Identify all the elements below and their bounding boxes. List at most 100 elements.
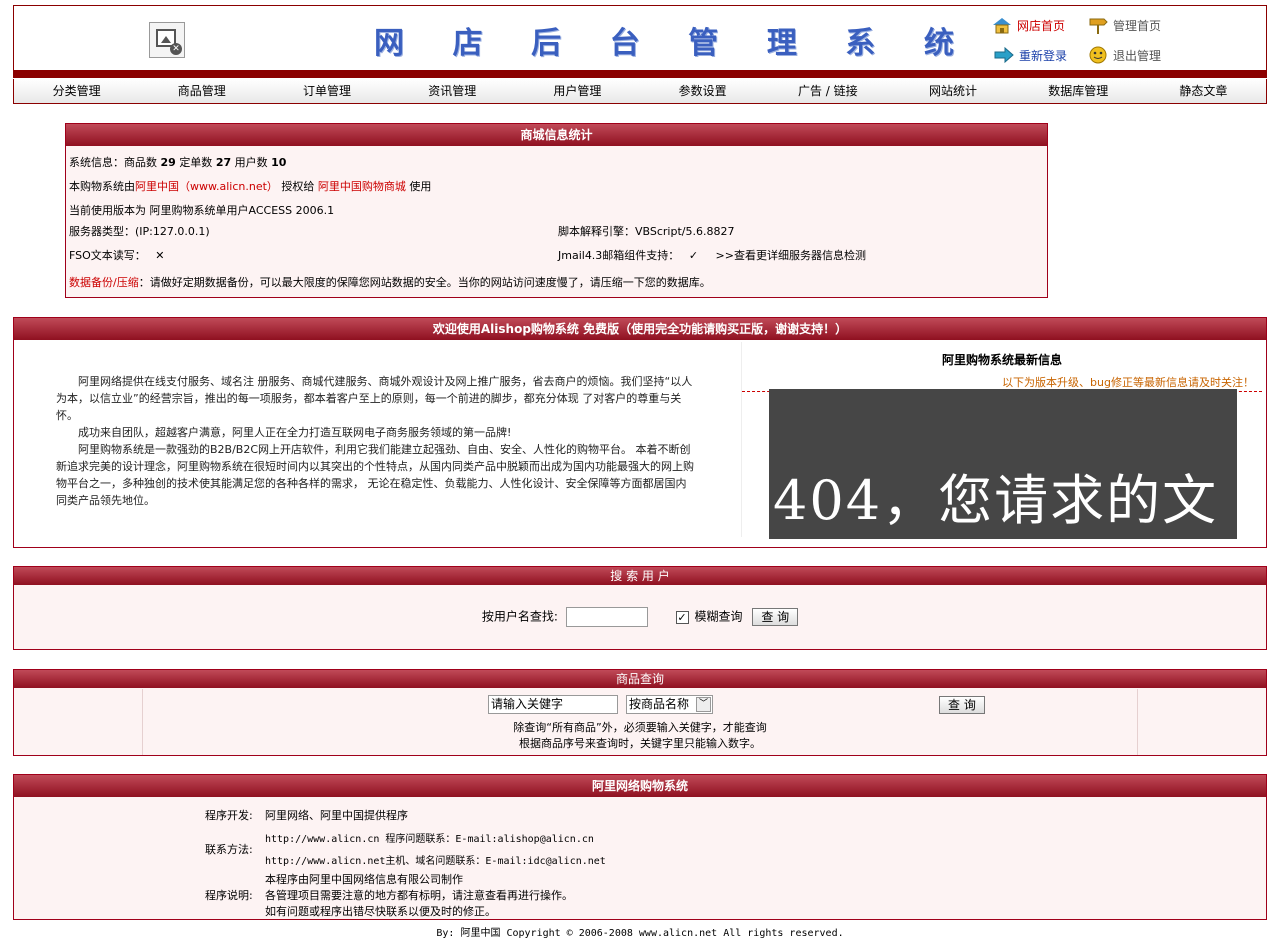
backup-text: ：请做好定期数据备份，可以最大限度的保障您网站数据的安全。当你的网站访问速度慢了… [138,276,711,289]
house-icon [993,18,1011,34]
intro-paragraph: 阿里购物系统是一款强劲的B2B/B2C网上开店软件，利用它我们能建立起强劲、自由… [56,443,694,507]
title-char: 统 [923,26,954,61]
goods-count: 29 [160,156,176,169]
news-title: 阿里购物系统最新信息 [941,353,1062,367]
jmail-row: Jmail4.3邮箱组件支持： ✓ >>查看更详细服务器信息检测 [558,247,866,263]
note-line: 各管理项目需要注意的地方都有标明，请注意查看再进行操作。 [265,889,573,902]
nav-ads-links[interactable]: 广告 / 链接 [765,79,890,103]
shop-home-link[interactable]: 网店首页 [991,16,1065,34]
shop-home-label: 网店首页 [1017,18,1066,33]
license-text: 本购物系统由 [69,180,135,193]
script-engine: 脚本解释引擎：VBScript/5.6.8827 [558,225,735,238]
title-char: 台 [609,26,640,61]
intro-paragraph: 成功来自团队，超越客户满意，阿里人正在全力打造互联网电子商务服务领域的第一品牌! [78,426,512,439]
server-detail-link[interactable]: >>查看更详细服务器信息检测 [716,249,866,262]
check-icon: ✓ [688,249,699,262]
intro-paragraph: 阿里网络提供在线支付服务、域名注 册服务、商城代建服务、商城外观设计及网上推广服… [56,375,693,422]
about-title: 阿里网络购物系统 [14,775,1266,797]
title-char: 管 [688,26,719,61]
relogin-link[interactable]: 重新登录 [993,46,1067,64]
header-divider [13,70,1267,78]
nav-users[interactable]: 用户管理 [515,79,640,103]
news-iframe[interactable]: 404，您请求的文 [769,389,1237,539]
orders-label: 定单数 [179,156,213,169]
hint-line: 根据商品序号来查询时，关键字里只能输入数字。 [519,737,761,750]
fuzzy-checkbox[interactable]: ✓ [675,610,689,624]
footer-copyright: By: 阿里中国 Copyright © 2006-2008 www.alicn… [436,928,844,939]
note-line: 本程序由阿里中国网络信息有限公司制作 [265,873,463,886]
search-user-panel: 搜 索 用 户 按用户名查找: ✓ 模糊查询 查 询 [13,566,1267,650]
fso-row: FSO文本读写： ✕ [69,247,165,263]
stats-title: 商城信息统计 [66,124,1047,146]
search-user-button[interactable]: 查 询 [752,608,799,626]
keyword-input[interactable]: 请输入关健字 [488,695,618,714]
admin-home-link[interactable]: 管理首页 [1087,16,1161,34]
product-query-title: 商品查询 [14,670,1266,688]
license-text: 使用 [409,180,432,193]
orders-count: 27 [215,156,232,169]
note-text: 本程序由阿里中国网络信息有限公司制作 各管理项目需要注意的地方都有标明，请注意查… [265,872,573,920]
license-owner-link[interactable]: 阿里中国（www.alicn.net） [135,180,278,193]
users-label: 用户数 [234,156,268,169]
title-char: 网 [374,26,404,61]
site-title: 网 店 后 台 管 理 系 统 [374,20,954,61]
nav-products[interactable]: 商品管理 [139,79,264,103]
main-nav: 分类管理 商品管理 订单管理 资讯管理 用户管理 参数设置 广告 / 链接 网站… [13,79,1267,104]
license-row: 本购物系统由阿里中国（www.alicn.net） 授权给 阿里中国购物商城 使… [69,178,431,194]
cross-icon: ✕ [155,249,165,262]
nav-orders[interactable]: 订单管理 [264,79,389,103]
title-char: 系 [845,26,876,61]
logout-link[interactable]: 退出管理 [1087,46,1161,64]
nav-settings[interactable]: 参数设置 [640,79,765,103]
hint-line: 除查询“所有商品”外，必须要输入关健字，才能查询 [513,721,767,734]
nav-category[interactable]: 分类管理 [14,79,139,103]
product-search-button[interactable]: 查 询 [939,696,985,714]
fso-label: FSO文本读写： [69,249,146,262]
select-value: 按商品名称 [629,697,690,711]
signpost-icon [1089,18,1108,34]
note-label: 程序说明: [205,889,253,902]
search-user-form: 按用户名查找: ✓ 模糊查询 查 询 [14,607,1266,627]
product-query-panel: 商品查询 请输入关健字 按商品名称 ﹀ 查 询 除查询“所有商品”外，必须要输入关… [13,669,1267,756]
contact-label: 联系方法: [205,843,253,856]
news-box: 阿里购物系统最新信息 以下为版本升级、bug修正等最新信息请及时关注！ 404，… [741,342,1262,539]
jmail-label: Jmail4.3邮箱组件支持： [558,249,680,262]
intro-text: 阿里网络提供在线支付服务、域名注 册服务、商城代建服务、商城外观设计及网上推广服… [56,373,696,509]
logout-label: 退出管理 [1113,48,1162,63]
login-arrow-icon [994,46,1014,64]
header: ✕ 网 店 后 台 管 理 系 统 网店首页 管理首页 重新登录 退出管理 [13,5,1267,72]
about-panel: 阿里网络购物系统 程序开发: 阿里网络、阿里中国提供程序 联系方法: http:… [13,774,1267,920]
version-info: 当前使用版本为 阿里购物系统单用户ACCESS 2006.1 [69,204,335,217]
title-char: 理 [766,26,797,61]
nav-statistics[interactable]: 网站统计 [890,79,1015,103]
username-label: 按用户名查找: [481,609,558,624]
title-char: 后 [531,26,562,61]
goods-label: 系统信息：商品数 [69,156,157,169]
username-input[interactable] [565,607,648,627]
welcome-title: 欢迎使用Alishop购物系统 免费版（使用完全功能请购买正版，谢谢支持！） [14,318,1266,340]
nav-database[interactable]: 数据库管理 [1016,79,1141,103]
title-char: 店 [452,26,483,61]
relogin-label: 重新登录 [1019,48,1068,63]
backup-link[interactable]: 数据备份/压缩 [69,276,139,289]
note-line: 如有问题或程序出错尽快联系以便及时的修正。 [265,905,496,918]
stats-panel: 商城信息统计 系统信息：商品数 29 定单数 27 用户数 10 本购物系统由阿… [65,123,1048,298]
admin-home-label: 管理首页 [1113,18,1162,33]
backup-row: 数据备份/压缩：请做好定期数据备份，可以最大限度的保障您网站数据的安全。当你的网… [69,274,711,290]
nav-news[interactable]: 资讯管理 [390,79,515,103]
system-info-row: 系统信息：商品数 29 定单数 27 用户数 10 [69,154,286,170]
dev-value: 阿里网络、阿里中国提供程序 [265,809,408,822]
contact-line: http://www.alicn.cn 程序问题联系：E-mail:alisho… [265,834,594,845]
error-404-text: 404，您请求的文 [773,469,1219,532]
search-field-select[interactable]: 按商品名称 ﹀ [626,695,713,714]
users-count: 10 [271,156,287,169]
welcome-panel: 欢迎使用Alishop购物系统 免费版（使用完全功能请购买正版，谢谢支持！） 阿… [13,317,1267,548]
nav-static-articles[interactable]: 静态文章 [1141,79,1266,103]
license-text: 授权给 [281,180,315,193]
licensee-link[interactable]: 阿里中国购物商城 [318,180,406,193]
product-query-hint: 除查询“所有商品”外，必须要输入关健字，才能查询 根据商品序号来查询时，关键字里… [14,720,1266,752]
smiley-icon [1089,46,1107,64]
server-type: 服务器类型：(IP:127.0.0.1) [69,225,210,238]
broken-image-icon: ✕ [149,22,185,58]
chevron-down-icon: ﹀ [696,697,711,712]
